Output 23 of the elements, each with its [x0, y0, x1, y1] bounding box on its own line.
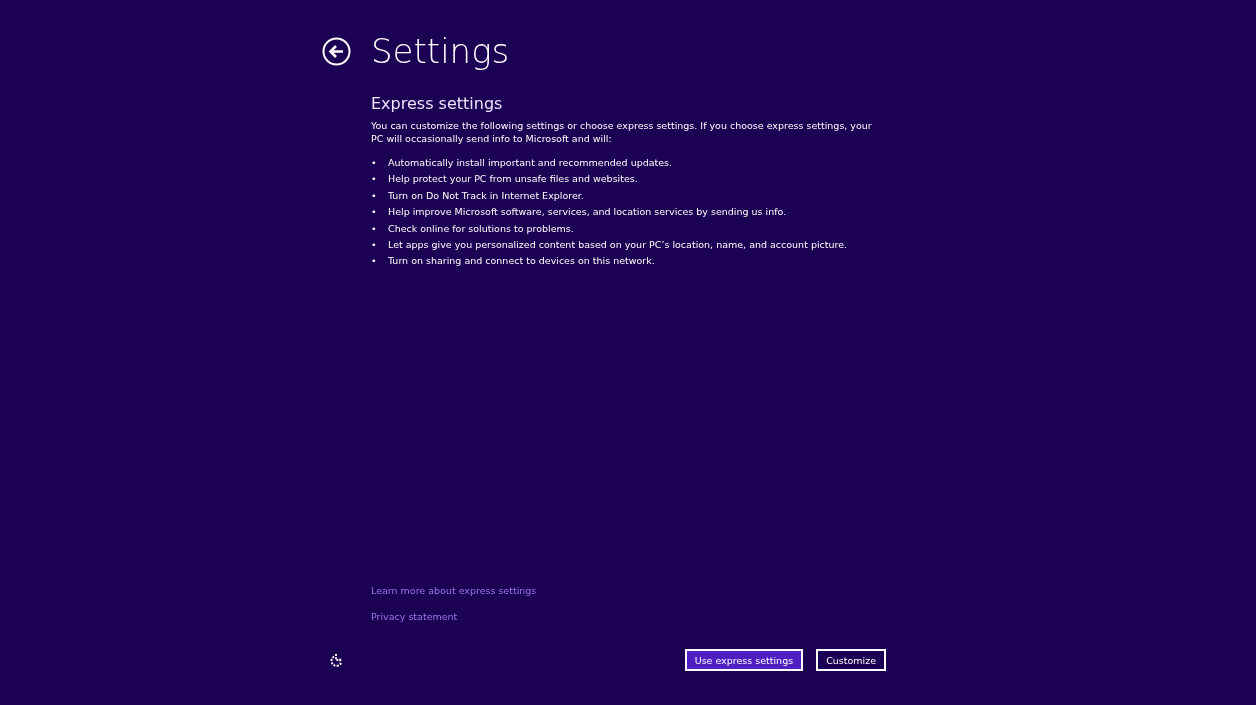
- page-title: Settings: [371, 30, 510, 72]
- link[interactable]: Privacy statement: [371, 610, 458, 623]
- primary-button[interactable]: Use express settings: [684, 649, 804, 671]
- list-item-text: Turn on sharing and connect to devices on this network.: [388, 254, 655, 268]
- bullet: •: [371, 254, 378, 268]
- bullet: •: [371, 237, 378, 251]
- back-icon[interactable]: [322, 36, 351, 66]
- bullet: •: [371, 156, 378, 169]
- bullet: •: [371, 188, 378, 202]
- secondary-button[interactable]: Customize: [816, 649, 886, 671]
- bullet: •: [371, 221, 378, 235]
- list-item-text: Turn on Do Not Track in Internet Explorer.: [388, 188, 584, 202]
- list-item-text: Check online for solutions to problems.: [388, 221, 574, 235]
- list-item-text: Let apps give you personalized content based on your PC’s location, name, and account picture.: [388, 237, 848, 251]
- intro-text: You can customize the following settings or choose express settings. If you choose express settings, your PC will occasionally send info to Microsoft and will:: [371, 119, 873, 145]
- accessibility-icon[interactable]: [328, 652, 344, 668]
- section-heading: Express settings: [371, 94, 504, 113]
- bullet: •: [371, 172, 378, 186]
- bullet: •: [371, 205, 378, 219]
- link[interactable]: Learn more about express settings: [371, 584, 537, 597]
- list-item-text: Automatically install important and recommended updates.: [388, 156, 673, 169]
- list-item-text: Help improve Microsoft software, services, and location services by sending us info.: [388, 205, 787, 219]
- list-item-text: Help protect your PC from unsafe files and websites.: [388, 172, 638, 186]
